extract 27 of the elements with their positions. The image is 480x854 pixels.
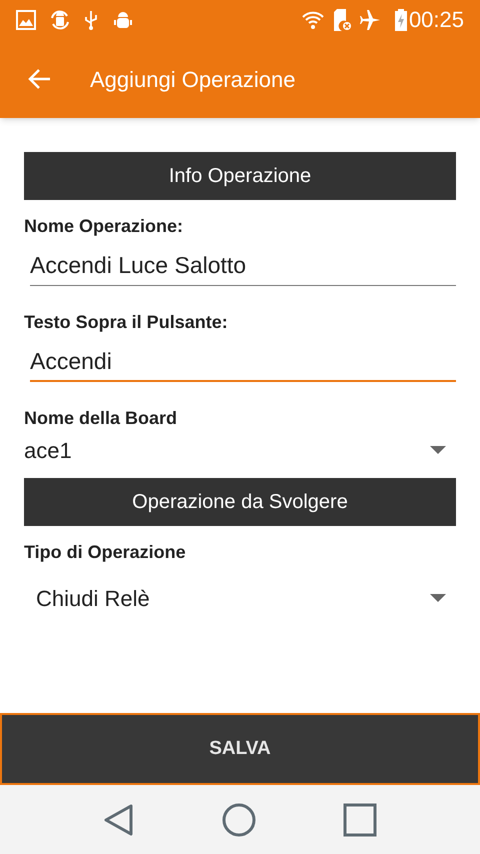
android-sync-icon <box>48 8 72 32</box>
dropdown[interactable]: Chiudi Relè <box>24 570 456 626</box>
battery-icon <box>394 9 407 31</box>
wifi-icon <box>300 10 325 30</box>
screen-title: Aggiungi Operazione <box>90 66 296 94</box>
field-label: Nome Operazione: <box>24 215 184 238</box>
recent-apps-icon[interactable] <box>342 802 377 836</box>
dropdown-arrow-icon <box>430 594 446 602</box>
back-icon[interactable] <box>103 802 136 836</box>
home-icon[interactable] <box>222 802 256 836</box>
clock: 00:25 <box>408 9 464 31</box>
sd-card-icon <box>332 9 351 31</box>
dropdown-arrow-icon <box>430 446 446 454</box>
text-input-field[interactable]: Accendi Luce Salotto <box>30 246 456 286</box>
field-label: Nome della Board <box>24 407 178 430</box>
airplane-icon <box>358 9 381 31</box>
android-bug-icon <box>114 10 132 30</box>
field-label: Tipo di Operazione <box>24 541 187 564</box>
section-header: Operazione da Svolgere <box>24 478 456 526</box>
section-header: Info Operazione <box>24 152 456 200</box>
back-arrow-icon <box>28 67 52 91</box>
field-label: Testo Sopra il Pulsante: <box>24 311 229 334</box>
text-input-field[interactable]: Accendi <box>30 342 456 382</box>
image-icon <box>16 10 36 30</box>
dropdown[interactable]: ace1 <box>24 432 456 468</box>
usb-icon <box>84 9 98 31</box>
save-button[interactable]: SALVA <box>0 713 480 785</box>
